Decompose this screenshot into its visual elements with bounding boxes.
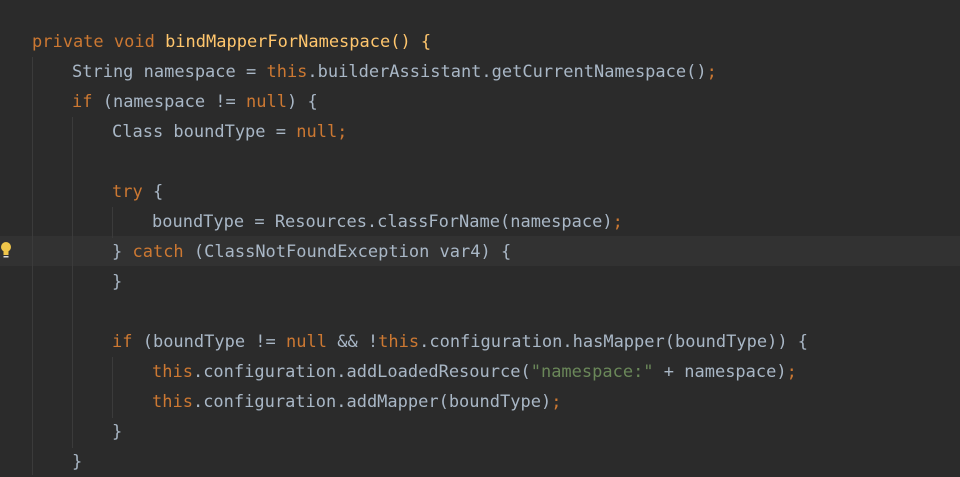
code-token: ; bbox=[786, 362, 797, 382]
code-line-text: if (boundType != null && !this.configura… bbox=[112, 327, 808, 357]
code-token: catch bbox=[132, 242, 194, 262]
code-line-text: boundType = Resources.classForName(names… bbox=[152, 207, 623, 237]
code-token: try bbox=[112, 182, 153, 202]
code-line[interactable]: } bbox=[0, 417, 960, 447]
code-line[interactable]: if (namespace != null) { bbox=[0, 87, 960, 117]
code-line[interactable]: } catch (ClassNotFoundException var4) { bbox=[0, 237, 960, 267]
code-line[interactable]: if (boundType != null && !this.configura… bbox=[0, 327, 960, 357]
code-token: } bbox=[112, 272, 123, 292]
code-token: ; bbox=[612, 212, 623, 232]
code-token: ; bbox=[706, 62, 717, 82]
code-token: null; bbox=[296, 122, 348, 142]
code-token: (ClassNotFoundException var4) { bbox=[193, 242, 512, 262]
code-token: private void bbox=[32, 32, 166, 52]
code-token: this bbox=[378, 332, 420, 352]
code-token: if bbox=[72, 92, 103, 112]
code-token: } bbox=[112, 422, 123, 442]
code-line-text: String namespace = this.builderAssistant… bbox=[72, 57, 717, 87]
code-token: String namespace = bbox=[72, 62, 267, 82]
code-token: ; bbox=[551, 392, 562, 412]
code-line[interactable]: this.configuration.addLoadedResource("na… bbox=[0, 357, 960, 387]
code-token: this bbox=[152, 362, 193, 382]
code-token: .configuration.addMapper(boundType) bbox=[192, 392, 552, 412]
code-line[interactable]: String namespace = this.builderAssistant… bbox=[0, 57, 960, 87]
code-token: } bbox=[72, 452, 83, 472]
code-line[interactable]: } bbox=[0, 447, 960, 477]
code-line[interactable]: this.configuration.addMapper(boundType); bbox=[0, 387, 960, 417]
code-line[interactable] bbox=[0, 147, 960, 177]
code-line-text: } bbox=[72, 447, 82, 477]
code-token: this bbox=[152, 392, 193, 412]
code-token: "namespace:" bbox=[530, 362, 654, 382]
code-line-text: } bbox=[112, 417, 122, 447]
code-token: Class boundType = bbox=[112, 122, 297, 142]
code-line-text: if (namespace != null) { bbox=[72, 87, 318, 117]
code-token: boundType = Resources.classForName(names… bbox=[152, 212, 613, 232]
code-token: (boundType != bbox=[142, 332, 287, 352]
code-line[interactable]: try { bbox=[0, 177, 960, 207]
code-lines[interactable]: private void bindMapperForNamespace() {S… bbox=[0, 27, 960, 477]
code-line[interactable]: Class boundType = null; bbox=[0, 117, 960, 147]
code-token: null bbox=[286, 332, 338, 352]
code-token: && ! bbox=[337, 332, 379, 352]
code-line-text: } bbox=[112, 267, 122, 297]
code-line[interactable] bbox=[0, 297, 960, 327]
code-line-text: this.configuration.addMapper(boundType); bbox=[152, 387, 561, 417]
code-token: this bbox=[266, 62, 308, 82]
code-line-text: try { bbox=[112, 177, 163, 207]
code-line-text: this.configuration.addLoadedResource("na… bbox=[152, 357, 797, 387]
code-line[interactable]: } bbox=[0, 267, 960, 297]
code-token: (namespace != bbox=[102, 92, 247, 112]
code-line[interactable]: private void bindMapperForNamespace() { bbox=[0, 27, 960, 57]
code-line-text: } catch (ClassNotFoundException var4) { bbox=[112, 237, 511, 267]
code-token: .configuration.hasMapper(boundType)) { bbox=[419, 332, 809, 352]
code-line[interactable]: boundType = Resources.classForName(names… bbox=[0, 207, 960, 237]
code-token: } bbox=[112, 242, 133, 262]
code-token: .configuration.addLoadedResource( bbox=[192, 362, 531, 382]
code-token: .builderAssistant.getCurrentNamespace() bbox=[307, 62, 707, 82]
code-token: { bbox=[152, 182, 164, 202]
code-token: bindMapperForNamespace() { bbox=[165, 32, 432, 52]
code-editor[interactable]: private void bindMapperForNamespace() {S… bbox=[0, 0, 960, 475]
code-line-text: Class boundType = null; bbox=[112, 117, 347, 147]
code-token: null bbox=[246, 92, 287, 112]
code-line-text: private void bindMapperForNamespace() { bbox=[32, 27, 431, 57]
code-token: + namespace) bbox=[653, 362, 787, 382]
code-token: ) { bbox=[286, 92, 318, 112]
code-token: if bbox=[112, 332, 143, 352]
